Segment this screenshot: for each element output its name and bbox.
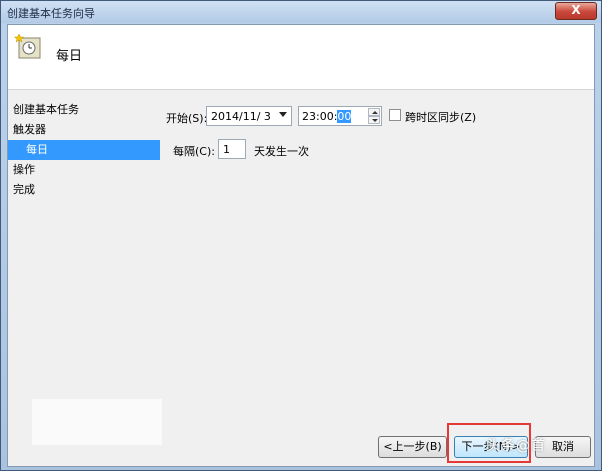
wizard-client-area: 每日 创建基本任务 触发器 每日 操作 完成 开始(S): 2014/11/ 3… [7, 24, 595, 467]
blank-patch [32, 399, 162, 445]
sync-timezone-checkbox[interactable] [389, 109, 401, 121]
step-finish[interactable]: 完成 [8, 180, 160, 200]
interval-label: 每隔(C): [173, 145, 215, 158]
task-clock-icon [14, 33, 41, 59]
wizard-steps: 创建基本任务 触发器 每日 操作 完成 [8, 100, 160, 200]
time-spinner [368, 108, 380, 124]
step-create-basic-task[interactable]: 创建基本任务 [8, 100, 160, 120]
start-time-value: 23:00:00 [302, 110, 352, 123]
spin-up-button[interactable] [368, 108, 380, 116]
start-label: 开始(S): [166, 112, 208, 125]
back-button[interactable]: <上一步(B) [378, 436, 447, 458]
step-daily[interactable]: 每日 [8, 140, 160, 160]
interval-input[interactable]: 1 [218, 139, 246, 159]
spin-down-button[interactable] [368, 116, 380, 124]
time-seconds-selected: 00 [337, 110, 352, 123]
step-trigger[interactable]: 触发器 [8, 120, 160, 140]
time-hours-minutes: 23:00: [302, 110, 338, 123]
start-date-picker[interactable]: 2014/11/ 3 [206, 106, 292, 126]
start-date-value: 2014/11/ 3 [211, 110, 271, 123]
wizard-window: 创建基本任务向导 X 每日 创建基本任务 触发器 每日 操作 完成 开始(S):… [0, 0, 602, 471]
start-time-input[interactable]: 23:00:00 [298, 106, 382, 126]
watermark: 头条@首 [486, 438, 546, 454]
close-button[interactable]: X [555, 2, 597, 20]
arrow-down-icon [372, 119, 378, 122]
step-action[interactable]: 操作 [8, 160, 160, 180]
step-title: 每日 [56, 49, 83, 64]
chevron-down-icon[interactable] [279, 112, 287, 117]
sync-timezone-label[interactable]: 跨时区同步(Z) [405, 109, 476, 125]
wizard-header: 每日 [8, 25, 594, 90]
arrow-up-icon [372, 111, 378, 114]
title-bar[interactable]: 创建基本任务向导 X [1, 1, 601, 23]
interval-suffix: 天发生一次 [254, 145, 309, 158]
window-title: 创建基本任务向导 [7, 7, 95, 20]
